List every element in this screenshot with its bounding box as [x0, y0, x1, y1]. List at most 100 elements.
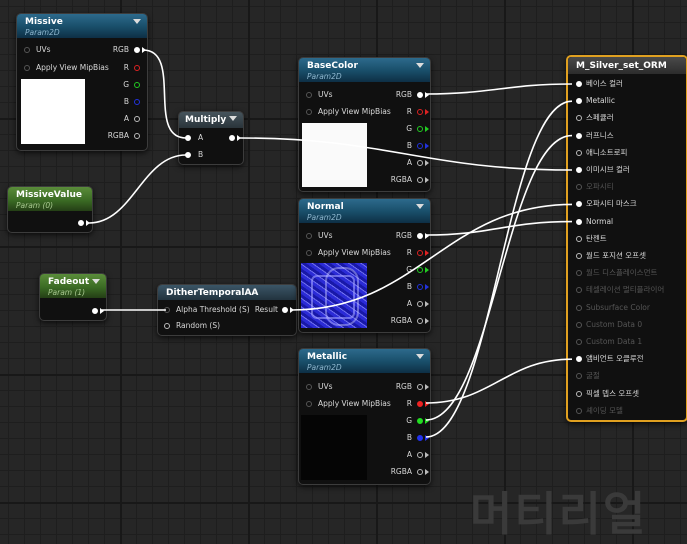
- mipbias-input-pin[interactable]: [24, 65, 30, 71]
- material-output-node[interactable]: M_Silver_set_ORM 베이스 컬러 Metallic 스페큘러 러프니스 애…: [566, 55, 687, 422]
- dither-temporal-aa-node[interactable]: DitherTemporalAA Alpha Threshold (S) Ran…: [157, 284, 297, 336]
- material-input-label: 베이스 컬러: [586, 79, 623, 88]
- collapse-chevron-icon[interactable]: [416, 204, 424, 209]
- a-output-pin[interactable]: [417, 452, 423, 458]
- metallic-texture-node[interactable]: Metallic Param2D UVs Apply View MipBias …: [298, 348, 431, 485]
- material-input-pin[interactable]: [576, 218, 582, 225]
- g-output-pin[interactable]: [417, 418, 423, 424]
- b-output-pin[interactable]: [417, 143, 423, 149]
- g-arrow-icon: [425, 126, 429, 132]
- r-output-pin[interactable]: [134, 65, 140, 71]
- rgba-output-pin[interactable]: [417, 318, 423, 324]
- node-subtitle: Param2D: [25, 28, 60, 37]
- material-input-pin[interactable]: [576, 201, 582, 208]
- fadeout-node[interactable]: Fadeout Param (1): [39, 273, 107, 321]
- random-input-pin[interactable]: [164, 323, 170, 329]
- wire-basecolor-to-base[interactable]: [425, 83, 573, 95]
- mipbias-input-pin[interactable]: [306, 401, 312, 407]
- r-output-label: R: [406, 248, 412, 257]
- uvs-input-pin[interactable]: [24, 47, 30, 53]
- wire-missivevalue-to-multiply[interactable]: [88, 154, 187, 224]
- g-output-pin[interactable]: [417, 267, 423, 273]
- uvs-input-pin[interactable]: [306, 233, 312, 239]
- material-input-pin[interactable]: [576, 149, 582, 156]
- rgb-output-pin[interactable]: [417, 233, 423, 239]
- multiply-node[interactable]: Multiply A B: [178, 111, 244, 165]
- rgb-output-label: RGB: [112, 45, 129, 54]
- wire-metallic-b-to-metallic[interactable]: [425, 100, 573, 438]
- multiply-output-pin[interactable]: [229, 135, 235, 141]
- mipbias-input-pin[interactable]: [306, 109, 312, 115]
- mipbias-input-pin[interactable]: [306, 250, 312, 256]
- normal-map-detail: [325, 267, 359, 326]
- node-header[interactable]: MissiveValue Param (0): [8, 187, 92, 211]
- r-output-pin[interactable]: [417, 109, 423, 115]
- r-output-label: R: [406, 107, 412, 116]
- node-header[interactable]: Missive Param2D: [17, 14, 147, 38]
- collapse-chevron-icon[interactable]: [416, 63, 424, 68]
- material-input-pin[interactable]: [576, 81, 582, 87]
- wire-metallic-g-to-roughness[interactable]: [425, 134, 573, 421]
- material-input-pin[interactable]: [576, 390, 582, 397]
- node-header[interactable]: DitherTemporalAA: [158, 285, 296, 300]
- node-header[interactable]: Fadeout Param (1): [40, 274, 106, 298]
- b-output-pin[interactable]: [417, 284, 423, 290]
- material-input-label: 러프니스: [586, 130, 614, 140]
- rgba-output-pin[interactable]: [134, 133, 140, 139]
- b-input-pin[interactable]: [185, 152, 191, 158]
- material-input-pin[interactable]: [576, 235, 582, 242]
- r-output-pin[interactable]: [417, 401, 423, 407]
- node-header[interactable]: Multiply: [179, 112, 243, 128]
- node-header[interactable]: Normal Param2D: [299, 199, 430, 223]
- material-input-pin[interactable]: [576, 167, 582, 173]
- material-input-label: Custom Data 0: [586, 319, 643, 329]
- uvs-label: UVs: [36, 45, 51, 54]
- missive-texture-node[interactable]: Missive Param2D UVs Apply View MipBias R…: [16, 13, 148, 151]
- material-input-pin[interactable]: [576, 132, 582, 139]
- a-input-label: A: [198, 133, 204, 142]
- node-header[interactable]: BaseColor Param2D: [299, 58, 430, 82]
- node-header[interactable]: M_Silver_set_ORM: [568, 57, 686, 74]
- uvs-input-pin[interactable]: [306, 384, 312, 390]
- rgba-output-pin[interactable]: [417, 469, 423, 475]
- g-output-pin[interactable]: [134, 82, 140, 88]
- node-header[interactable]: Metallic Param2D: [299, 349, 430, 373]
- rgb-output-pin[interactable]: [134, 47, 140, 53]
- b-output-pin[interactable]: [134, 99, 140, 105]
- value-output-pin[interactable]: [78, 220, 84, 226]
- wire-normal-to-normal[interactable]: [425, 220, 573, 236]
- r-output-pin[interactable]: [417, 250, 423, 256]
- g-arrow-icon: [425, 267, 429, 273]
- collapse-chevron-icon[interactable]: [133, 19, 141, 24]
- material-input-pin[interactable]: [576, 115, 582, 122]
- alpha-threshold-label: Alpha Threshold (S): [176, 305, 250, 314]
- mipbias-label: Apply View MipBias: [36, 63, 109, 72]
- basecolor-texture-node[interactable]: BaseColor Param2D UVs Apply View MipBias…: [298, 57, 431, 192]
- missive-value-node[interactable]: MissiveValue Param (0): [7, 186, 93, 233]
- wire-metallic-r-to-ao[interactable]: [425, 358, 573, 404]
- value-output-pin[interactable]: [92, 308, 98, 314]
- material-input-label: 픽셀 뎁스 오프셋: [586, 388, 640, 398]
- collapse-chevron-icon[interactable]: [92, 279, 100, 284]
- collapse-chevron-icon[interactable]: [229, 116, 237, 121]
- g-output-pin[interactable]: [417, 126, 423, 132]
- rgb-output-pin[interactable]: [417, 384, 423, 390]
- material-input-pin[interactable]: [576, 356, 582, 363]
- a-output-pin[interactable]: [417, 301, 423, 307]
- a-output-pin[interactable]: [134, 116, 140, 122]
- rgba-output-pin[interactable]: [417, 177, 423, 183]
- a-output-pin[interactable]: [417, 160, 423, 166]
- normal-texture-node[interactable]: Normal Param2D UVs Apply View MipBias RG…: [298, 198, 431, 333]
- collapse-chevron-icon[interactable]: [416, 354, 424, 359]
- rgb-output-pin[interactable]: [417, 92, 423, 98]
- material-input-pin[interactable]: [576, 253, 582, 259]
- r-arrow-icon: [425, 250, 429, 256]
- b-output-pin[interactable]: [417, 435, 423, 441]
- uvs-label: UVs: [318, 90, 333, 99]
- alpha-threshold-input-pin[interactable]: [164, 307, 170, 313]
- rgba-arrow-icon: [425, 318, 429, 324]
- a-input-pin[interactable]: [185, 135, 191, 141]
- material-input-pin[interactable]: [576, 98, 582, 105]
- uvs-input-pin[interactable]: [306, 92, 312, 98]
- result-output-pin[interactable]: [282, 307, 288, 313]
